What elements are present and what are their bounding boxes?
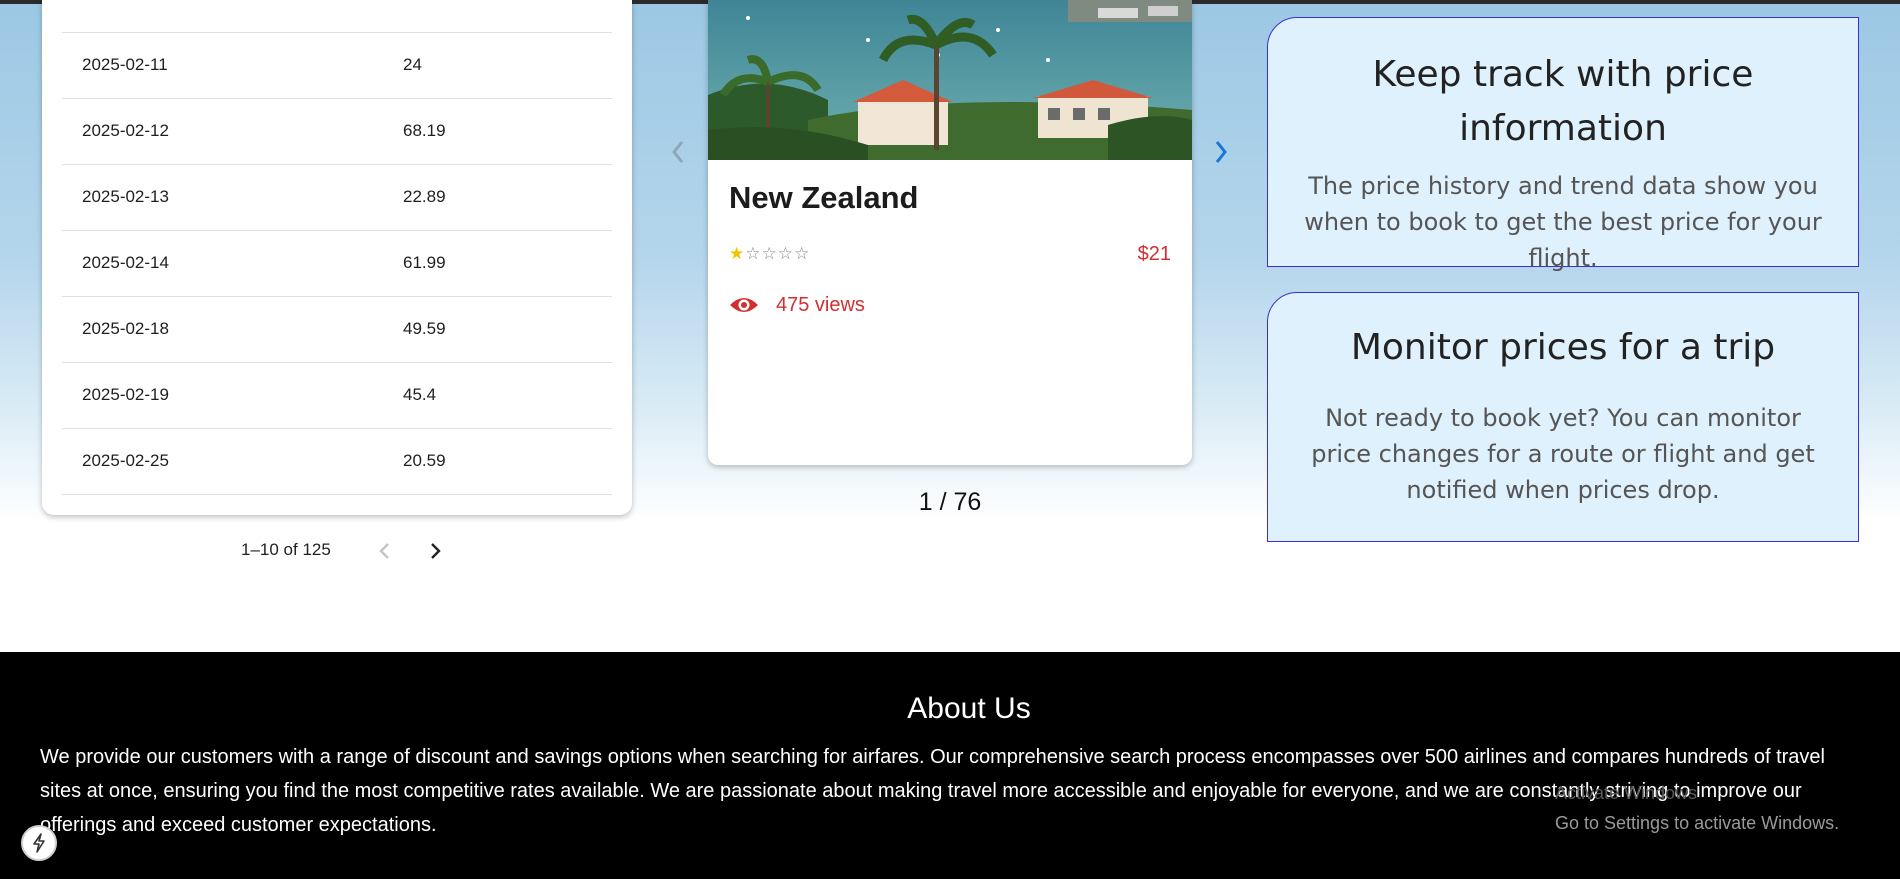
windows-activation-watermark: Activate Windows Go to Settings to activ… (1555, 778, 1839, 838)
price-cell: 24 (403, 55, 422, 74)
table-pagination: 1–10 of 125 (230, 536, 470, 566)
price-cell: 49.59 (403, 319, 446, 338)
footer: About Us We provide our customers with a… (0, 652, 1900, 879)
star-empty-icon: ☆ (761, 244, 778, 263)
star-empty-icon: ☆ (794, 244, 811, 263)
footer-title: About Us (907, 692, 1031, 725)
price-cell: 68.19 (403, 121, 446, 140)
feature-title: Monitor prices for a trip (1350, 327, 1776, 368)
table-row: 2025-02-12 68.19 (62, 99, 612, 165)
destination-name: New Zealand (729, 180, 919, 215)
table-row: 2025-02-13 22.89 (62, 165, 612, 231)
date-cell: 2025-02-18 (82, 319, 169, 338)
feature-title: Keep track with price information (1372, 54, 1754, 149)
feature-body: The price history and trend data show yo… (1304, 172, 1822, 272)
carousel-previous-button[interactable] (660, 132, 696, 172)
next-page-button[interactable] (420, 536, 450, 566)
destination-photo (708, 0, 1192, 160)
date-cell: 2025-02-19 (82, 385, 169, 404)
pagination-range: 1–10 of 125 (241, 540, 331, 559)
eye-icon (730, 298, 758, 312)
price-cell: 22.89 (403, 187, 446, 206)
date-cell: 2025-02-14 (82, 253, 169, 272)
price-history-table: 2025-02-11 24 2025-02-12 68.19 2025-02-1… (42, 0, 632, 515)
price-cell: 61.99 (403, 253, 446, 272)
carousel-counter: 1 / 76 (918, 488, 982, 516)
star-empty-icon: ☆ (745, 244, 762, 263)
feature-card-monitor-prices: Monitor prices for a trip Not ready to b… (1267, 292, 1859, 542)
date-cell: 2025-02-13 (82, 187, 169, 206)
table-row: 2025-02-11 24 (62, 33, 612, 99)
price-cell: 20.59 (403, 451, 446, 470)
lightning-bolt-icon (33, 833, 45, 853)
table-row: 2025-02-25 20.59 (62, 429, 612, 495)
chevron-left-icon (672, 141, 684, 163)
destination-card[interactable]: New Zealand ★☆☆☆☆ $21 475 views (708, 0, 1192, 465)
carousel-next-button[interactable] (1203, 132, 1239, 172)
date-cell: 2025-02-25 (82, 451, 169, 470)
table-row: 2025-02-18 49.59 (62, 297, 612, 363)
star-empty-icon: ☆ (777, 244, 794, 263)
destination-price: $21 (1137, 243, 1171, 265)
price-cell: 45.4 (403, 385, 437, 404)
chevron-right-icon (431, 543, 441, 559)
quick-action-button[interactable] (21, 825, 57, 861)
table-row: 2025-02-19 45.4 (62, 363, 612, 429)
views-label: 475 views (776, 293, 865, 316)
date-cell: 2025-02-11 (82, 55, 168, 74)
chevron-left-icon (379, 543, 389, 559)
table-row: 2025-02-14 61.99 (62, 231, 612, 297)
star-filled-icon: ★ (729, 244, 746, 263)
activation-title: Activate Windows (1555, 783, 1698, 803)
table-row (62, 0, 612, 33)
feature-body: Not ready to book yet? You can monitor p… (1311, 404, 1815, 504)
views-count: 475 views (729, 290, 865, 320)
chevron-right-icon (1215, 141, 1227, 163)
previous-page-button[interactable] (370, 536, 400, 566)
feature-card-price-info: Keep track with price information The pr… (1267, 17, 1859, 272)
rating-stars: ★☆☆☆☆ (729, 244, 810, 264)
date-cell: 2025-02-12 (82, 121, 169, 140)
activation-subtitle: Go to Settings to activate Windows. (1555, 813, 1840, 833)
